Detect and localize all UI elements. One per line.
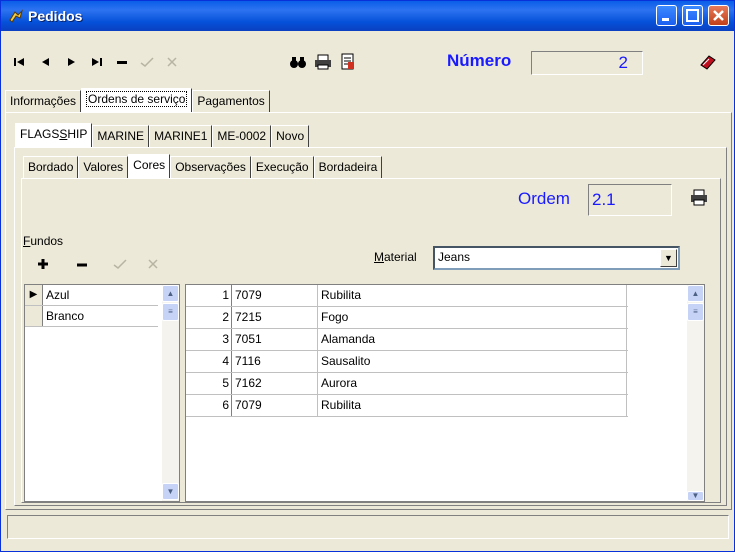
print-ordem-icon[interactable] bbox=[689, 189, 711, 209]
tab-flagsship[interactable]: FLAGSSHIP bbox=[15, 123, 93, 147]
cancel-fundo-icon[interactable] bbox=[147, 257, 159, 273]
delete-record-icon[interactable] bbox=[111, 51, 133, 73]
last-record-icon[interactable] bbox=[85, 51, 107, 73]
window-title: Pedidos bbox=[28, 8, 83, 24]
maximize-button[interactable] bbox=[682, 5, 703, 26]
tab-ordens-de-servico[interactable]: Ordens de serviço bbox=[81, 88, 193, 112]
table-row[interactable]: 4 7116 Sausalito bbox=[186, 351, 628, 373]
tab-novo[interactable]: Novo bbox=[271, 125, 310, 147]
tab-pagamentos[interactable]: Pagamentos bbox=[192, 90, 270, 112]
main-tabs: Informações Ordens de serviço Pagamentos bbox=[5, 88, 270, 112]
material-label: Material bbox=[374, 250, 417, 264]
table-row[interactable]: 2 7215 Fogo bbox=[186, 307, 628, 329]
ordem-label: Ordem bbox=[518, 189, 570, 208]
post-fundo-icon[interactable] bbox=[113, 257, 127, 273]
order-tabs: FLAGSSHIP MARINE MARINE1 ME-0002 Novo bbox=[15, 123, 310, 147]
row-indicator bbox=[25, 306, 43, 326]
tab-observacoes[interactable]: Observações bbox=[170, 156, 251, 178]
close-button[interactable] bbox=[708, 5, 729, 26]
tab-execucao[interactable]: Execução bbox=[250, 156, 314, 178]
table-row[interactable]: 5 7162 Aurora bbox=[186, 373, 628, 395]
table-row[interactable]: 6 7079 Rubilita bbox=[186, 395, 628, 417]
add-fundo-icon[interactable] bbox=[37, 257, 49, 273]
numero-field[interactable]: 2 bbox=[531, 51, 643, 75]
report-icon[interactable] bbox=[337, 51, 359, 73]
numero-label: Número bbox=[447, 51, 512, 70]
prior-record-icon[interactable] bbox=[35, 51, 57, 73]
next-record-icon[interactable] bbox=[60, 51, 82, 73]
scroll-down-icon[interactable]: ▼ bbox=[162, 483, 179, 500]
scroll-thumb[interactable]: ≡ bbox=[687, 303, 704, 321]
table-row[interactable]: 1 7079 Rubilita bbox=[186, 285, 628, 307]
scroll-thumb[interactable]: ≡ bbox=[162, 303, 179, 321]
tab-bordado[interactable]: Bordado bbox=[23, 156, 79, 178]
grid-scrollbar[interactable]: ▲ ≡ ▼ bbox=[687, 285, 704, 501]
title-bar: Pedidos bbox=[1, 1, 734, 31]
cancel-record-icon[interactable] bbox=[161, 51, 183, 73]
first-record-icon[interactable] bbox=[9, 51, 31, 73]
material-select[interactable]: Jeans ▼ bbox=[433, 246, 680, 270]
detail-tabs: Bordado Valores Cores Observações Execuç… bbox=[23, 154, 383, 178]
status-bar bbox=[7, 515, 729, 539]
cores-grid[interactable]: 1 7079 Rubilita 2 7215 Fogo 3 7051 Alamanda 47… bbox=[185, 284, 705, 502]
post-record-icon[interactable] bbox=[136, 51, 158, 73]
material-value: Jeans bbox=[438, 250, 471, 264]
fundos-scrollbar[interactable]: ▲ ≡ ▼ bbox=[162, 285, 179, 501]
chevron-down-icon[interactable]: ▼ bbox=[660, 249, 677, 267]
app-icon bbox=[9, 9, 24, 23]
main-window: Pedidos Número 2 Informações Ordens de s… bbox=[0, 0, 735, 552]
minimize-button[interactable] bbox=[656, 5, 677, 26]
toolbar: Número 2 bbox=[5, 35, 731, 87]
row-indicator-icon: ▶ bbox=[25, 285, 43, 305]
tab-marine1[interactable]: MARINE1 bbox=[149, 125, 213, 147]
ordem-field[interactable]: 2.1 bbox=[588, 184, 672, 216]
scroll-down-icon[interactable]: ▼ bbox=[687, 491, 704, 501]
tab-me-0002[interactable]: ME-0002 bbox=[212, 125, 272, 147]
tab-bordadeira[interactable]: Bordadeira bbox=[313, 156, 383, 178]
remove-fundo-icon[interactable] bbox=[76, 257, 88, 273]
fundos-label: Fundos bbox=[23, 234, 64, 248]
printer-icon[interactable] bbox=[312, 51, 334, 73]
scroll-up-icon[interactable]: ▲ bbox=[162, 285, 179, 302]
tab-informacoes[interactable]: Informações bbox=[5, 90, 82, 112]
list-item[interactable]: ▶ Azul bbox=[25, 285, 158, 306]
tab-marine[interactable]: MARINE bbox=[92, 125, 150, 147]
tab-cores[interactable]: Cores bbox=[128, 154, 171, 178]
list-item[interactable]: Branco bbox=[25, 306, 158, 327]
tab-valores[interactable]: Valores bbox=[78, 156, 129, 178]
binoculars-icon[interactable] bbox=[287, 51, 309, 73]
fundos-list[interactable]: ▶ Azul Branco ▲ ≡ ▼ bbox=[24, 284, 180, 502]
book-icon[interactable] bbox=[697, 51, 719, 73]
scroll-up-icon[interactable]: ▲ bbox=[687, 285, 704, 302]
table-row[interactable]: 3 7051 Alamanda bbox=[186, 329, 628, 351]
